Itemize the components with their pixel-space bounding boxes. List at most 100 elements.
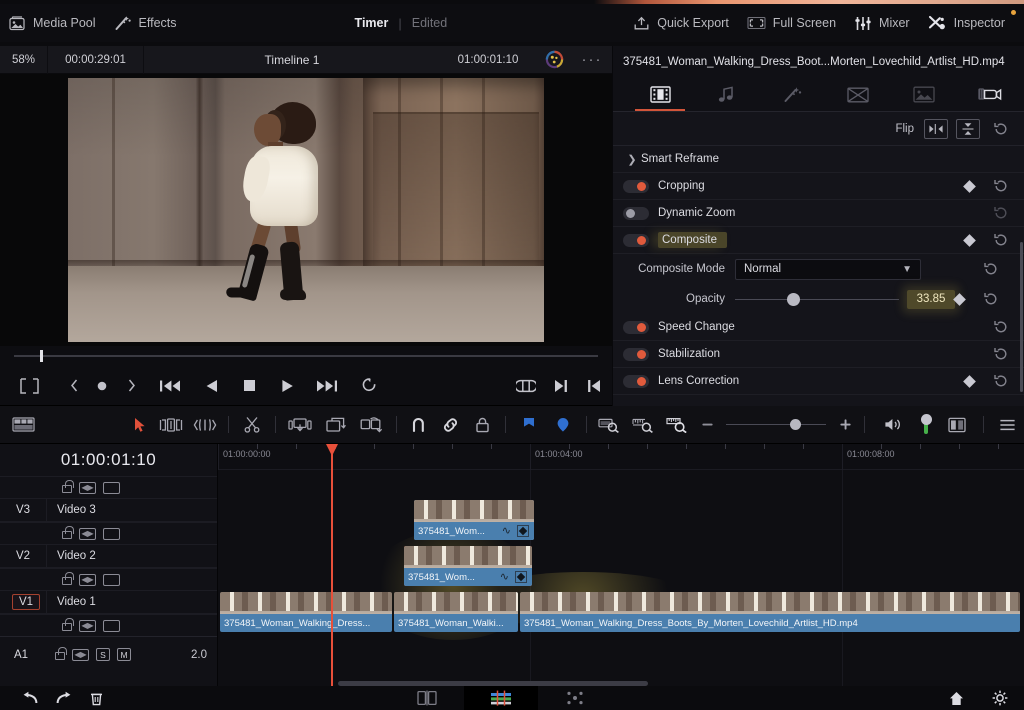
track-v2-row[interactable]: 375481_Wom... ∿	[218, 544, 1024, 588]
fusion-page-button[interactable]	[538, 686, 612, 710]
cropping-keyframe-icon[interactable]	[963, 179, 976, 193]
viewer-mode-button[interactable]	[0, 366, 58, 406]
prev-keyframe-button[interactable]	[58, 366, 90, 406]
lens-correction-toggle[interactable]	[623, 374, 649, 388]
section-composite[interactable]: Composite	[613, 227, 1024, 254]
clip-v1-3[interactable]: 375481_Woman_Walking_Dress_Boots_By_Mort…	[520, 592, 1020, 632]
viewer-zoom-level[interactable]: 58%	[0, 45, 48, 74]
selection-tool-button[interactable]	[126, 406, 154, 444]
stabilization-reset-button[interactable]	[988, 347, 1014, 361]
cropping-reset-button[interactable]	[988, 179, 1014, 193]
play-forward-button[interactable]	[268, 366, 306, 406]
mark-in-button[interactable]	[576, 366, 612, 406]
timeline-ruler[interactable]: 01:00:00:00 01:00:04:00 01:00:08:00	[218, 444, 1024, 470]
track-badge-v1[interactable]: V1	[12, 594, 40, 610]
flip-reset-button[interactable]	[988, 122, 1014, 136]
tab-effects[interactable]	[759, 78, 825, 111]
inspector-scrollbar[interactable]	[1020, 242, 1023, 392]
split-view-button[interactable]	[937, 406, 977, 444]
tab-image[interactable]	[891, 78, 957, 111]
chevron-right-icon[interactable]: ❯	[623, 153, 641, 166]
loop-button[interactable]	[348, 366, 390, 406]
dynamic-zoom-toggle[interactable]	[623, 206, 649, 220]
dynamic-zoom-reset-button[interactable]	[988, 206, 1014, 220]
viewer-video-frame[interactable]	[68, 78, 544, 342]
lock-icon[interactable]	[62, 480, 74, 493]
composite-keyframe-icon[interactable]	[963, 233, 976, 247]
auto-select-icon[interactable]: ◀▶	[79, 481, 96, 494]
tab-audio[interactable]	[693, 78, 759, 111]
project-settings-button[interactable]	[992, 690, 1008, 706]
opacity-reset-button[interactable]	[978, 292, 1004, 306]
audio-level-knob[interactable]	[920, 413, 932, 425]
opacity-keyframe-icon[interactable]	[953, 292, 966, 306]
edited-mode-button[interactable]: Edited	[412, 16, 447, 30]
jump-end-button[interactable]	[306, 366, 348, 406]
media-pool-button[interactable]: Media Pool	[0, 4, 105, 42]
speed-curve-icon[interactable]: ∿	[500, 571, 509, 583]
timer-mode-button[interactable]: Timer	[355, 16, 389, 30]
insert-clip-button[interactable]	[282, 406, 318, 444]
fit-timeline-button[interactable]	[593, 406, 627, 444]
timeline-view-options-button[interactable]	[0, 406, 48, 444]
section-lens-correction[interactable]: Lens Correction	[613, 368, 1024, 395]
composite-reset-button[interactable]	[988, 233, 1014, 247]
mute-icon[interactable]: M	[117, 648, 131, 661]
clip-v1-1[interactable]: 375481_Woman_Walking_Dress...	[220, 592, 392, 632]
section-speed-change[interactable]: Speed Change	[613, 314, 1024, 341]
zoom-out-button[interactable]	[694, 406, 720, 444]
redo-button[interactable]	[56, 691, 72, 705]
composite-mode-select[interactable]: Normal ▼	[735, 258, 921, 280]
track-header-v2[interactable]: V2 Video 2	[0, 544, 217, 568]
lens-correction-reset-button[interactable]	[988, 374, 1014, 388]
cut-page-button[interactable]	[390, 686, 464, 710]
viewer-timeline-title[interactable]: Timeline 1	[144, 46, 440, 74]
next-keyframe-button[interactable]	[114, 366, 148, 406]
lens-correction-keyframe-icon[interactable]	[963, 374, 976, 388]
auto-select-icon[interactable]: ◀▶	[79, 527, 96, 540]
video-enable-icon[interactable]	[103, 573, 120, 586]
flip-vertical-button[interactable]	[956, 118, 980, 139]
solo-icon[interactable]: S	[96, 648, 110, 661]
custom-zoom-button[interactable]	[660, 406, 694, 444]
clip-v2-1[interactable]: 375481_Wom... ∿	[404, 546, 532, 586]
lock-icon[interactable]	[62, 618, 74, 631]
smart-reframe-row[interactable]: ❯ Smart Reframe	[613, 146, 1024, 173]
keyframe-badge-icon[interactable]	[517, 525, 529, 537]
track-v3-row[interactable]: 375481_Wom... ∿	[218, 498, 1024, 542]
clip-v1-2[interactable]: 375481_Woman_Walki...	[394, 592, 518, 632]
timeline-playhead[interactable]	[331, 444, 333, 686]
lock-icon[interactable]	[62, 526, 74, 539]
detail-zoom-button[interactable]	[626, 406, 660, 444]
keyframe-button[interactable]	[90, 366, 114, 406]
zoom-in-button[interactable]	[832, 406, 858, 444]
opacity-value[interactable]: 33.85	[907, 289, 955, 309]
mixer-button[interactable]: Mixer	[845, 4, 919, 42]
jump-start-button[interactable]	[148, 366, 192, 406]
audio-level-meter[interactable]	[915, 406, 937, 444]
timeline-zoom-slider[interactable]	[720, 406, 832, 444]
composite-toggle[interactable]	[623, 233, 649, 247]
tab-transition[interactable]	[825, 78, 891, 111]
lock-tracks-toggle-button[interactable]	[467, 406, 499, 444]
clip-v3-1[interactable]: 375481_Wom... ∿	[414, 500, 534, 540]
audio-mute-button[interactable]	[871, 406, 915, 444]
trim-edit-tool-button[interactable]	[154, 406, 188, 444]
replace-clip-button[interactable]	[354, 406, 390, 444]
opacity-slider-knob[interactable]	[787, 292, 800, 306]
auto-select-icon[interactable]: ◀▶	[72, 648, 89, 661]
speed-change-toggle[interactable]	[623, 320, 649, 334]
track-header-v3[interactable]: V3 Video 3	[0, 498, 217, 522]
lock-icon[interactable]	[62, 572, 74, 585]
keyframe-badge-icon[interactable]	[515, 571, 527, 583]
speed-curve-icon[interactable]: ∿	[502, 525, 511, 537]
quick-export-button[interactable]: Quick Export	[624, 4, 738, 42]
composite-mode-reset-button[interactable]	[978, 262, 1004, 276]
overwrite-clip-button[interactable]	[318, 406, 354, 444]
track-v1-row[interactable]: 375481_Woman_Walking_Dress... 375481_Wom…	[218, 590, 1024, 634]
blade-tool-button[interactable]	[235, 406, 269, 444]
timeline-tracks-area[interactable]: 01:00:00:00 01:00:04:00 01:00:08:00 3754…	[218, 444, 1024, 686]
auto-select-icon[interactable]: ◀▶	[79, 619, 96, 632]
inout-range-button[interactable]	[506, 366, 546, 406]
delete-button[interactable]	[90, 691, 103, 706]
